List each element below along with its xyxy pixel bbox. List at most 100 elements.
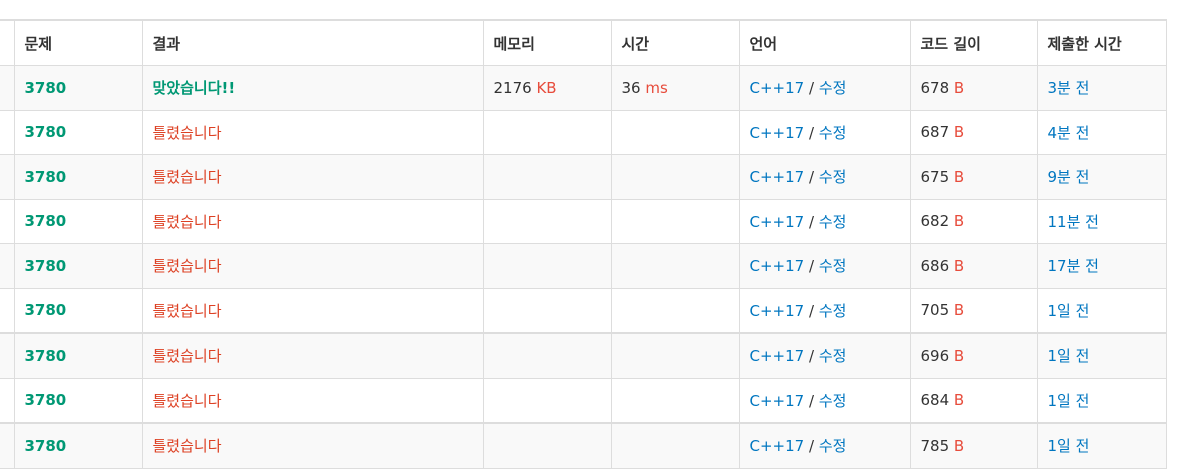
cell-result: 틀렸습니다 bbox=[141, 243, 484, 289]
edit-link[interactable]: 수정 bbox=[819, 257, 847, 275]
status-table-container: 문제 결과 메모리 시간 언어 코드 길이 제출한 시간 3780 맞았습니다!!… bbox=[0, 19, 1167, 469]
table-row: 3780 틀렸습니다 C++17 / 수정 687 B 4분 전 bbox=[0, 109, 1167, 155]
header-code-length: 코드 길이 bbox=[909, 19, 1038, 66]
problem-link[interactable]: 3780 bbox=[25, 257, 67, 275]
code-length-value: 687 bbox=[920, 123, 950, 142]
header-problem: 문제 bbox=[13, 19, 143, 66]
language-link[interactable]: C++17 bbox=[750, 79, 805, 97]
problem-link[interactable]: 3780 bbox=[25, 437, 67, 455]
edit-link[interactable]: 수정 bbox=[819, 302, 847, 320]
code-length-unit: B bbox=[953, 123, 965, 142]
problem-link[interactable]: 3780 bbox=[25, 391, 67, 409]
language-link[interactable]: C++17 bbox=[750, 437, 805, 455]
submitted-time-link[interactable]: 1일 전 bbox=[1048, 347, 1090, 365]
cell-memory bbox=[482, 109, 612, 155]
row-stub bbox=[0, 287, 15, 334]
cell-problem: 3780 bbox=[13, 332, 143, 379]
table-row: 3780 틀렸습니다 C++17 / 수정 705 B 1일 전 bbox=[0, 287, 1167, 334]
row-stub bbox=[0, 154, 15, 200]
language-link[interactable]: C++17 bbox=[750, 392, 805, 410]
cell-result: 틀렸습니다 bbox=[141, 422, 484, 469]
row-stub bbox=[0, 65, 15, 111]
code-length-unit: B bbox=[953, 391, 965, 410]
code-length-unit: B bbox=[953, 346, 965, 365]
cell-memory bbox=[482, 422, 612, 469]
table-body: 3780 맞았습니다!! 2176 KB 36 ms C++17 / 수정 678 B 3분… bbox=[0, 65, 1167, 469]
cell-memory bbox=[482, 287, 612, 334]
code-length-unit: B bbox=[953, 436, 965, 455]
row-stub bbox=[0, 422, 15, 469]
cell-result: 틀렸습니다 bbox=[141, 332, 484, 379]
edit-link[interactable]: 수정 bbox=[819, 124, 847, 142]
language-link[interactable]: C++17 bbox=[750, 257, 805, 275]
language-separator: / bbox=[808, 301, 815, 320]
result-text: 틀렸습니다 bbox=[152, 437, 222, 456]
cell-result: 틀렸습니다 bbox=[141, 109, 484, 155]
code-length-value: 785 bbox=[920, 436, 950, 455]
language-link[interactable]: C++17 bbox=[750, 302, 805, 320]
code-length-value: 686 bbox=[920, 256, 950, 275]
cell-time bbox=[610, 287, 740, 334]
problem-link[interactable]: 3780 bbox=[25, 347, 67, 365]
cell-problem: 3780 bbox=[13, 65, 143, 111]
submitted-time-link[interactable]: 17분 전 bbox=[1048, 257, 1099, 275]
submitted-time-link[interactable]: 1일 전 bbox=[1048, 392, 1090, 410]
cell-language: C++17 / 수정 bbox=[738, 109, 911, 155]
submitted-time-link[interactable]: 4분 전 bbox=[1048, 124, 1090, 142]
language-link[interactable]: C++17 bbox=[750, 213, 805, 231]
edit-link[interactable]: 수정 bbox=[819, 392, 847, 410]
language-separator: / bbox=[808, 168, 815, 187]
language-separator: / bbox=[808, 347, 815, 366]
header-memory: 메모리 bbox=[482, 19, 612, 66]
edit-link[interactable]: 수정 bbox=[819, 213, 847, 231]
submitted-time-link[interactable]: 1일 전 bbox=[1048, 302, 1090, 320]
language-link[interactable]: C++17 bbox=[750, 347, 805, 365]
result-text: 틀렸습니다 bbox=[152, 168, 222, 187]
submitted-time-link[interactable]: 11분 전 bbox=[1048, 213, 1099, 231]
language-link[interactable]: C++17 bbox=[750, 124, 805, 142]
cell-problem: 3780 bbox=[13, 243, 143, 289]
code-length-unit: B bbox=[953, 78, 965, 97]
cell-result: 틀렸습니다 bbox=[141, 154, 484, 200]
edit-link[interactable]: 수정 bbox=[819, 437, 847, 455]
cell-submitted-time: 1일 전 bbox=[1036, 332, 1167, 379]
edit-link[interactable]: 수정 bbox=[819, 347, 847, 365]
submitted-time-link[interactable]: 1일 전 bbox=[1048, 437, 1090, 455]
table-header-row: 문제 결과 메모리 시간 언어 코드 길이 제출한 시간 bbox=[0, 19, 1167, 66]
cell-time bbox=[610, 198, 740, 244]
problem-link[interactable]: 3780 bbox=[25, 123, 67, 141]
cell-result: 틀렸습니다 bbox=[141, 198, 484, 244]
cell-memory bbox=[482, 332, 612, 379]
code-length-unit: B bbox=[953, 167, 965, 186]
problem-link[interactable]: 3780 bbox=[25, 212, 67, 230]
cell-code-length: 785 B bbox=[909, 422, 1038, 469]
cell-code-length: 686 B bbox=[909, 243, 1038, 289]
code-length-value: 705 bbox=[920, 301, 950, 320]
memory-unit: KB bbox=[536, 78, 557, 97]
submitted-time-link[interactable]: 9분 전 bbox=[1048, 168, 1090, 186]
language-separator: / bbox=[808, 437, 815, 456]
language-separator: / bbox=[808, 123, 815, 142]
edit-link[interactable]: 수정 bbox=[819, 79, 847, 97]
cell-language: C++17 / 수정 bbox=[738, 287, 911, 334]
result-text: 맞았습니다!! bbox=[152, 79, 236, 98]
table-row: 3780 틀렸습니다 C++17 / 수정 785 B 1일 전 bbox=[0, 422, 1167, 469]
cell-problem: 3780 bbox=[13, 109, 143, 155]
problem-link[interactable]: 3780 bbox=[25, 168, 67, 186]
problem-link[interactable]: 3780 bbox=[25, 79, 67, 97]
cell-submitted-time: 3분 전 bbox=[1036, 65, 1167, 111]
row-stub bbox=[0, 109, 15, 155]
cell-language: C++17 / 수정 bbox=[738, 65, 911, 111]
code-length-value: 684 bbox=[920, 391, 950, 410]
language-link[interactable]: C++17 bbox=[750, 168, 805, 186]
code-length-value: 682 bbox=[920, 212, 950, 231]
language-separator: / bbox=[808, 257, 815, 276]
submitted-time-link[interactable]: 3분 전 bbox=[1048, 79, 1090, 97]
cell-submitted-time: 17분 전 bbox=[1036, 243, 1167, 289]
cell-problem: 3780 bbox=[13, 154, 143, 200]
cell-code-length: 684 B bbox=[909, 377, 1038, 424]
header-submitted-time: 제출한 시간 bbox=[1036, 19, 1167, 66]
cell-code-length: 678 B bbox=[909, 65, 1038, 111]
edit-link[interactable]: 수정 bbox=[819, 168, 847, 186]
problem-link[interactable]: 3780 bbox=[25, 301, 67, 319]
